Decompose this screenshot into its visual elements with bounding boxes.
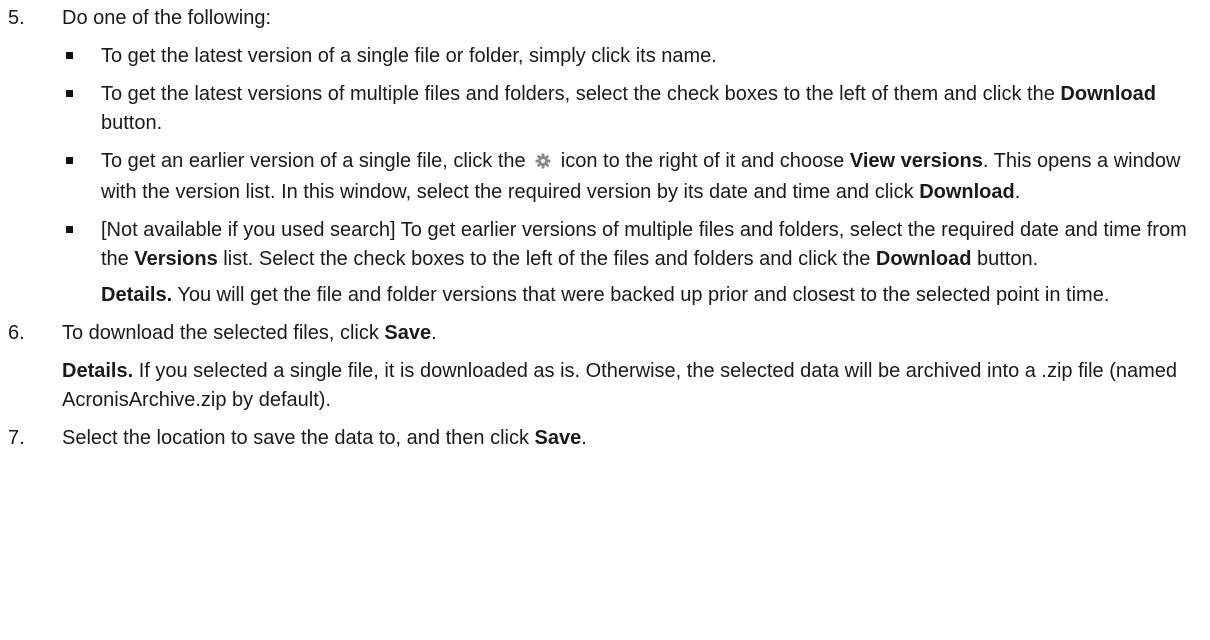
step-6: 6. To download the selected files, click… [0,319,1210,415]
list-item: To get the latest version of a single fi… [0,42,1210,71]
step-number: 6. [8,322,25,344]
list-item: To get the latest versions of multiple f… [0,80,1210,138]
details-note: Details. You will get the file and folde… [101,284,1110,306]
step-number: 7. [8,427,25,449]
document-body: 5. Do one of the following: To get the l… [0,4,1210,453]
step-number: 5. [8,7,25,29]
step-text: Do one of the following: [62,7,272,29]
step-5: 5. Do one of the following: To get the l… [0,4,1210,310]
gear-icon [535,149,551,178]
bullet-list: To get the latest version of a single fi… [0,42,1210,310]
bullet-square-icon [66,52,73,59]
step-7: 7. Select the location to save the data … [0,424,1210,453]
list-item: To get an earlier version of a single fi… [0,147,1210,207]
step-text: Select the location to save the data to,… [62,427,587,449]
bullet-square-icon [66,157,73,164]
step-text: To download the selected files, click Sa… [62,322,437,344]
bullet-square-icon [66,226,73,233]
bullet-square-icon [66,90,73,97]
list-item: [Not available if you used search] To ge… [0,216,1210,274]
details-note: Details. If you selected a single file, … [62,360,1178,411]
